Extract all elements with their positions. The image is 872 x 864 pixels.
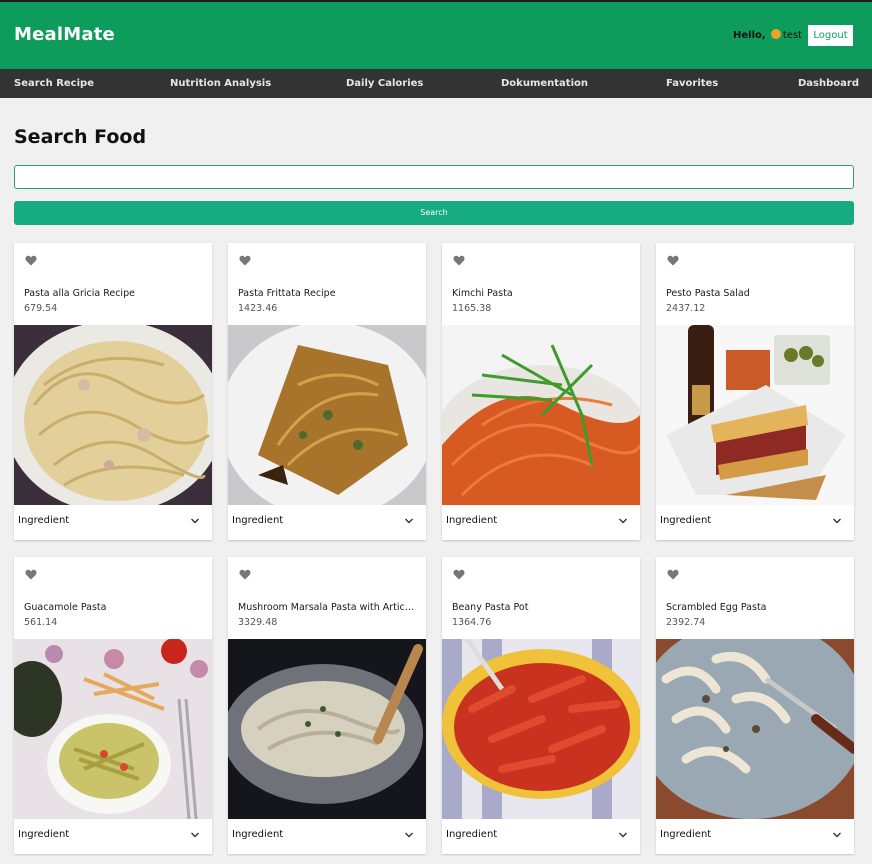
chevron-down-icon[interactable]	[832, 517, 842, 525]
heart-icon[interactable]	[25, 569, 37, 580]
main-nav: Search Recipe Nutrition Analysis Daily C…	[0, 69, 872, 98]
recipe-calories: 3329.48	[238, 617, 278, 628]
recipe-calories: 1423.46	[238, 303, 278, 314]
recipe-title: Beany Pasta Pot	[452, 602, 529, 613]
page-title: Search Food	[14, 126, 147, 148]
heart-icon[interactable]	[239, 255, 251, 266]
recipe-image	[442, 639, 640, 819]
heart-icon[interactable]	[667, 255, 679, 266]
brand-logo[interactable]: MealMate	[14, 24, 115, 45]
greeting-prefix: Hello,	[733, 30, 766, 41]
recipe-calories: 2392.74	[666, 617, 706, 628]
heart-icon[interactable]	[667, 569, 679, 580]
chevron-down-icon[interactable]	[404, 517, 414, 525]
search-input[interactable]	[14, 165, 854, 189]
recipe-image	[228, 639, 426, 819]
recipe-title: Pasta Frittata Recipe	[238, 288, 336, 299]
chevron-down-icon[interactable]	[190, 831, 200, 839]
ingredient-toggle-label[interactable]: Ingredient	[446, 829, 497, 840]
chevron-down-icon[interactable]	[190, 517, 200, 525]
recipe-card: Guacamole Pasta 561.14 Ingredient	[14, 557, 212, 854]
recipe-card: Pasta alla Gricia Recipe 679.54 Ingredie…	[14, 243, 212, 540]
user-greeting: Hello, test	[733, 29, 802, 41]
recipe-calories: 679.54	[24, 303, 58, 314]
username: test	[782, 30, 803, 41]
recipe-image	[442, 325, 640, 505]
recipe-calories: 1364.76	[452, 617, 492, 628]
logout-button[interactable]: Logout	[807, 24, 854, 47]
recipe-title: Guacamole Pasta	[24, 602, 107, 613]
chevron-down-icon[interactable]	[618, 517, 628, 525]
recipe-calories: 2437.12	[666, 303, 706, 314]
recipe-title: Mushroom Marsala Pasta with Artichokes	[238, 602, 420, 613]
ingredient-toggle-label[interactable]: Ingredient	[446, 515, 497, 526]
heart-icon[interactable]	[453, 569, 465, 580]
app-header: MealMate Hello, test Logout	[0, 2, 872, 69]
recipe-image	[656, 639, 854, 819]
recipe-image	[14, 639, 212, 819]
recipe-card: Beany Pasta Pot 1364.76 Ingredient	[442, 557, 640, 854]
ingredient-toggle-label[interactable]: Ingredient	[18, 515, 69, 526]
chevron-down-icon[interactable]	[404, 831, 414, 839]
recipe-title: Kimchi Pasta	[452, 288, 513, 299]
heart-icon[interactable]	[239, 569, 251, 580]
recipe-title: Pesto Pasta Salad	[666, 288, 750, 299]
recipe-title: Scrambled Egg Pasta	[666, 602, 767, 613]
ingredient-toggle-label[interactable]: Ingredient	[18, 829, 69, 840]
chevron-down-icon[interactable]	[618, 831, 628, 839]
ingredient-toggle-label[interactable]: Ingredient	[660, 829, 711, 840]
user-avatar-icon	[770, 29, 781, 39]
heart-icon[interactable]	[453, 255, 465, 266]
heart-icon[interactable]	[25, 255, 37, 266]
recipe-image	[656, 325, 854, 505]
search-button[interactable]: Search	[14, 201, 854, 225]
ingredient-toggle-label[interactable]: Ingredient	[232, 829, 283, 840]
nav-item-dokumentation[interactable]: Dokumentation	[501, 78, 588, 89]
recipe-calories: 561.14	[24, 617, 58, 628]
recipe-title: Pasta alla Gricia Recipe	[24, 288, 135, 299]
chevron-down-icon[interactable]	[832, 831, 842, 839]
nav-item-search-recipe[interactable]: Search Recipe	[14, 78, 94, 89]
recipe-calories: 1165.38	[452, 303, 492, 314]
nav-item-favorites[interactable]: Favorites	[666, 78, 718, 89]
recipe-image	[228, 325, 426, 505]
recipe-card: Pesto Pasta Salad 2437.12 Ingredient	[656, 243, 854, 540]
nav-item-dashboard[interactable]: Dashboard	[798, 78, 859, 89]
recipe-card: Kimchi Pasta 1165.38 Ingredient	[442, 243, 640, 540]
ingredient-toggle-label[interactable]: Ingredient	[660, 515, 711, 526]
recipe-card: Scrambled Egg Pasta 2392.74 Ingredient	[656, 557, 854, 854]
recipe-image	[14, 325, 212, 505]
recipe-card: Mushroom Marsala Pasta with Artichokes 3…	[228, 557, 426, 854]
nav-item-daily-calories[interactable]: Daily Calories	[346, 78, 423, 89]
recipe-card: Pasta Frittata Recipe 1423.46 Ingredient	[228, 243, 426, 540]
nav-item-nutrition-analysis[interactable]: Nutrition Analysis	[170, 78, 271, 89]
ingredient-toggle-label[interactable]: Ingredient	[232, 515, 283, 526]
